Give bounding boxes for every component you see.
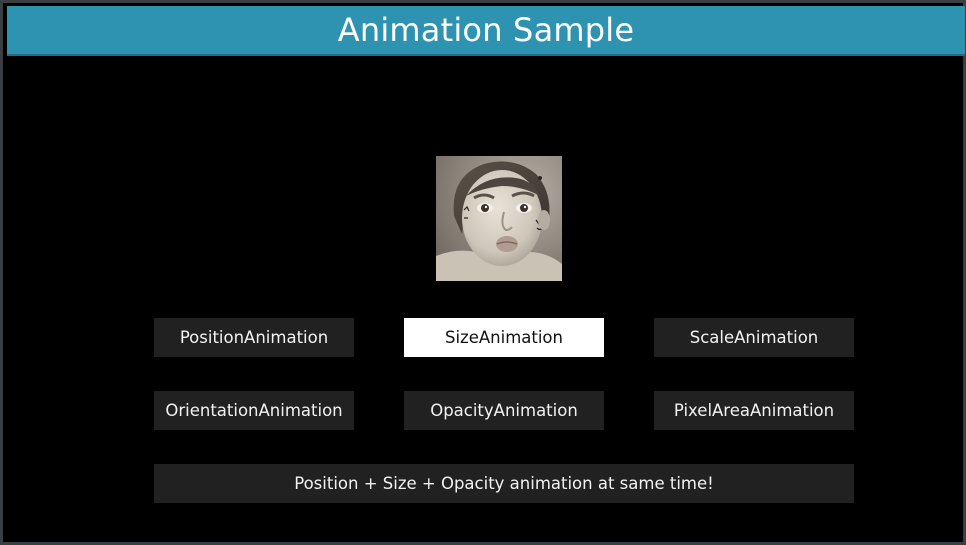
orientation-animation-button[interactable]: OrientationAnimation [154, 391, 354, 430]
position-animation-label: PositionAnimation [179, 328, 329, 347]
scale-animation-button[interactable]: ScaleAnimation [654, 318, 854, 357]
scale-animation-label: ScaleAnimation [689, 328, 819, 347]
size-animation-label: SizeAnimation [445, 328, 563, 347]
title-bar: Animation Sample [7, 6, 965, 56]
pixel-area-animation-button[interactable]: PixelAreaAnimation [654, 391, 854, 430]
combined-animation-button[interactable]: Position + Size + Opacity animation at s… [154, 464, 854, 503]
pixel-area-animation-label: PixelAreaAnimation [673, 401, 835, 420]
app-window: Animation Sample PositionAnimation SizeA… [0, 0, 966, 545]
app-title: Animation Sample [337, 11, 635, 49]
combined-animation-label: Position + Size + Opacity animation at s… [294, 474, 714, 493]
position-animation-button[interactable]: PositionAnimation [154, 318, 354, 357]
child-portrait-image [436, 156, 562, 281]
opacity-animation-label: OpacityAnimation [430, 401, 578, 420]
orientation-animation-label: OrientationAnimation [165, 401, 343, 420]
size-animation-button[interactable]: SizeAnimation [404, 318, 604, 357]
opacity-animation-button[interactable]: OpacityAnimation [404, 391, 604, 430]
